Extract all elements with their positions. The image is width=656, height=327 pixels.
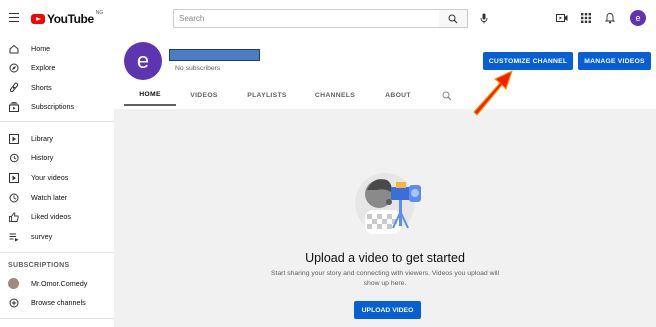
thumbs-up-icon: [8, 211, 19, 222]
tab-channels[interactable]: CHANNELS: [310, 85, 360, 106]
microphone-icon[interactable]: [477, 11, 491, 25]
compass-icon: [8, 62, 19, 73]
sidebar-item-watch-later[interactable]: Watch later: [0, 188, 114, 207]
top-bar: YouTube NG Search e: [0, 0, 656, 37]
subscriptions-heading: SUBSCRIPTIONS: [8, 262, 70, 269]
sidebar-item-label: Subscriptions: [31, 102, 75, 111]
your-videos-icon: [8, 172, 19, 183]
sidebar-item-label: Liked videos: [31, 212, 71, 221]
sidebar-item-label: Browse channels: [31, 298, 86, 307]
upload-title: Upload a video to get started: [305, 251, 465, 265]
channel-avatar[interactable]: e: [124, 42, 162, 80]
country-code: NG: [95, 10, 104, 16]
sidebar-item-label: Library: [31, 134, 53, 143]
sidebar-divider: [0, 318, 114, 319]
sidebar-divider: [0, 121, 114, 122]
subscription-label: Mr.Omor.Comedy: [31, 279, 88, 288]
subscriptions-icon: [8, 101, 19, 112]
sidebar-item-label: Shorts: [31, 83, 52, 92]
channel-name-redacted: [169, 49, 260, 61]
search-input[interactable]: Search: [173, 9, 440, 28]
search-icon: [448, 14, 458, 23]
home-icon: [8, 43, 19, 54]
notifications-bell-icon[interactable]: [603, 11, 617, 25]
menu-icon[interactable]: [9, 13, 19, 22]
channel-avatar: [8, 278, 19, 289]
sidebar-item-label: Watch later: [31, 193, 68, 202]
channel-header: e No subscribers CUSTOMIZE CHANNEL MANAG…: [114, 37, 656, 109]
sidebar-item-label: History: [31, 153, 54, 162]
youtube-play-icon: [31, 14, 45, 24]
upload-description: Start sharing your story and connecting …: [270, 270, 500, 287]
shorts-icon: [8, 82, 19, 93]
sidebar-item-library[interactable]: Library: [0, 129, 114, 148]
sidebar-item-explore[interactable]: Explore: [0, 58, 114, 77]
sidebar-item-your-videos[interactable]: Your videos: [0, 168, 114, 187]
account-avatar[interactable]: e: [630, 10, 646, 26]
sidebar-item-subscriptions[interactable]: Subscriptions: [0, 97, 114, 116]
search-icon: [442, 91, 452, 100]
camera-person-illustration: [355, 173, 421, 234]
logo-text: YouTube: [47, 12, 94, 26]
history-icon: [8, 152, 19, 163]
channel-search-button[interactable]: [437, 85, 457, 106]
tab-home[interactable]: HOME: [124, 85, 176, 106]
sidebar-item-label: Explore: [31, 63, 56, 72]
create-video-icon[interactable]: [555, 11, 569, 25]
channel-content-area: Upload a video to get started Start shar…: [114, 109, 656, 327]
playlist-icon: [8, 231, 19, 242]
subscription-channel[interactable]: Mr.Omor.Comedy: [0, 274, 114, 293]
subscriber-count: No subscribers: [175, 65, 221, 72]
tab-videos[interactable]: VIDEOS: [182, 85, 226, 106]
sidebar-item-shorts[interactable]: Shorts: [0, 78, 114, 97]
add-circle-icon: [8, 297, 19, 308]
annotation-arrow-icon: [473, 70, 513, 116]
sidebar-item-home[interactable]: Home: [0, 39, 114, 58]
sidebar-item-history[interactable]: History: [0, 148, 114, 167]
sidebar: Home Explore Shorts Subscriptions Librar…: [0, 37, 114, 327]
search-button[interactable]: [439, 9, 468, 28]
sidebar-item-survey[interactable]: survey: [0, 227, 114, 246]
tab-playlists[interactable]: PLAYLISTS: [241, 85, 293, 106]
sidebar-item-label: Your videos: [31, 173, 69, 182]
upload-video-button[interactable]: UPLOAD VIDEO: [354, 301, 421, 319]
sidebar-divider: [0, 252, 114, 253]
library-icon: [8, 133, 19, 144]
sidebar-item-browse-channels[interactable]: Browse channels: [0, 293, 114, 312]
sidebar-item-liked-videos[interactable]: Liked videos: [0, 207, 114, 226]
sidebar-item-label: survey: [31, 232, 53, 241]
clock-icon: [8, 192, 19, 203]
youtube-logo[interactable]: YouTube NG: [31, 10, 104, 26]
apps-grid-icon[interactable]: [579, 11, 593, 25]
sidebar-item-label: Home: [31, 44, 51, 53]
manage-videos-button[interactable]: MANAGE VIDEOS: [578, 52, 651, 70]
tab-about[interactable]: ABOUT: [378, 85, 418, 106]
